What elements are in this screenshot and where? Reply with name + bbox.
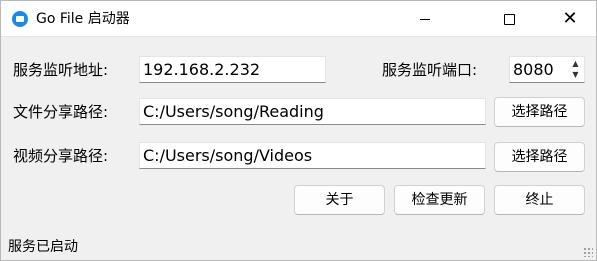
about-button[interactable]: 关于 [294, 185, 385, 215]
minimize-icon [420, 18, 430, 20]
choose-file-path-button[interactable]: 选择路径 [494, 97, 585, 127]
maximize-icon [503, 13, 515, 25]
spin-arrows: ▲ ▼ [569, 59, 582, 80]
spin-up-icon[interactable]: ▲ [569, 59, 582, 69]
window-title: Go File 启动器 [36, 11, 130, 27]
close-icon: ✕ [562, 8, 578, 29]
address-label: 服务监听地址: [13, 61, 109, 79]
close-button[interactable]: ✕ [547, 1, 593, 37]
check-update-button[interactable]: 检查更新 [394, 185, 485, 215]
file-share-label: 文件分享路径: [13, 103, 109, 121]
folder-icon [12, 11, 28, 27]
port-value: 8080 [513, 60, 554, 79]
video-share-label: 视频分享路径: [13, 147, 109, 165]
minimize-button[interactable] [402, 1, 448, 37]
app-window: Go File 启动器 ✕ 服务监听地址: 192.168.2.232 服务监听… [0, 0, 597, 261]
title-bar[interactable]: Go File 启动器 ✕ [1, 1, 596, 37]
maximize-button[interactable] [486, 1, 532, 37]
port-spinbox[interactable]: 8080 ▲ ▼ [509, 56, 585, 83]
status-text: 服务已启动 [8, 239, 78, 255]
choose-video-path-button[interactable]: 选择路径 [494, 142, 585, 172]
spin-down-icon[interactable]: ▼ [569, 70, 582, 80]
port-label: 服务监听端口: [382, 61, 478, 79]
stop-button[interactable]: 终止 [494, 185, 585, 215]
resize-grip-icon[interactable] [583, 247, 593, 257]
file-share-path-input[interactable]: C:/Users/song/Reading [139, 98, 486, 125]
video-share-path-input[interactable]: C:/Users/song/Videos [139, 142, 486, 169]
address-input[interactable]: 192.168.2.232 [139, 56, 326, 83]
